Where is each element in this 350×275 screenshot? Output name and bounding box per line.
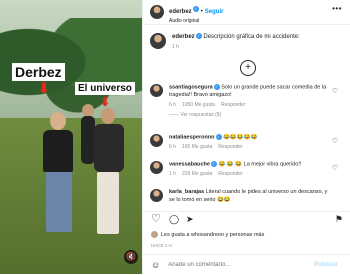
comment-like-icon[interactable]: ♡	[332, 87, 338, 95]
comment: nataliaesperonnn ✓ 😂😂😂😂😂 6 h 165 Me gusta R…	[150, 134, 344, 151]
caption-age: 1 h	[172, 44, 179, 51]
person-derbez	[40, 112, 78, 232]
comment-likes[interactable]: 165 Me gusta	[182, 144, 212, 150]
comment-username[interactable]: karla_barajas	[169, 189, 204, 195]
comment-username[interactable]: ssantiagosegura	[169, 84, 213, 90]
person-universe	[92, 108, 126, 234]
likes-text[interactable]: Les gusta a whosandreoo y personas más	[161, 232, 264, 238]
more-options-icon[interactable]: •••	[332, 4, 342, 13]
share-icon[interactable]: ➤	[186, 213, 194, 225]
comment-text: 😂😂😂😂😂	[223, 134, 258, 141]
comment-text: 😂 😂 😂 La mejor vibra querido!!	[218, 161, 302, 168]
comment-age: 6 h	[169, 101, 176, 108]
video-player[interactable]: Derbez ⬇ El universo ⬇ 🔇	[0, 0, 142, 274]
post-actions: ♡ ◯ ➤ ⚑	[143, 211, 350, 226]
video-label-universe: El universo	[75, 82, 135, 95]
audio-label[interactable]: Audio original	[169, 18, 223, 24]
comment-username[interactable]: vanessabauche	[169, 161, 210, 167]
add-comment-bar: ☺ Publicar	[143, 254, 350, 275]
caption-username[interactable]: ederbez	[172, 34, 195, 40]
verified-badge-icon: ✓	[195, 33, 202, 40]
comment-likes[interactable]: 229 Me gusta	[182, 171, 212, 177]
publish-button[interactable]: Publicar	[314, 262, 338, 268]
comment: ssantiagosegura ✓ Solo un grande puede sa…	[150, 84, 344, 119]
comment: vanessabauche ✓ 😂 😂 😂 La mejor vibra quer…	[150, 161, 344, 178]
avatar[interactable]	[150, 134, 163, 147]
reply-button[interactable]: Responder	[221, 102, 245, 108]
reply-button[interactable]: Responder	[218, 171, 242, 177]
verified-badge-icon: ✓	[213, 84, 220, 90]
view-replies-link[interactable]: —— Ver respuestas (8)	[169, 112, 329, 119]
post-header: ederbez✓• Seguir Audio original •••	[143, 0, 350, 25]
avatar[interactable]	[150, 5, 164, 19]
header-username[interactable]: ederbez	[169, 9, 192, 15]
likes-summary[interactable]: Les gusta a whosandreoo y personas más	[151, 231, 264, 238]
avatar[interactable]	[150, 161, 163, 174]
red-arrow-icon: ⬇	[100, 95, 111, 109]
post-sidebar: ederbez✓• Seguir Audio original ••• ederb…	[142, 0, 350, 274]
comment-username[interactable]: nataliaesperonnn	[169, 134, 215, 140]
comment-age: 1 h	[169, 171, 176, 178]
mute-icon[interactable]: 🔇	[124, 250, 138, 264]
verified-badge-icon: ✓	[192, 5, 199, 12]
post-date: HACE 1 H	[151, 243, 172, 248]
load-more-comments-icon[interactable]: +	[240, 60, 256, 76]
avatar[interactable]	[150, 84, 163, 97]
post-modal: Derbez ⬇ El universo ⬇ 🔇 ederbez✓• Seguir…	[0, 0, 350, 274]
like-icon[interactable]: ♡	[151, 213, 161, 225]
comment-like-icon[interactable]: ♡	[332, 164, 338, 172]
comment-icon[interactable]: ◯	[169, 213, 179, 225]
avatar	[151, 231, 158, 238]
emoji-icon[interactable]: ☺	[151, 260, 160, 270]
save-icon[interactable]: ⚑	[335, 213, 343, 225]
video-label-derbez: Derbez	[12, 63, 65, 81]
avatar[interactable]	[150, 189, 163, 202]
verified-badge-icon: ✓	[210, 161, 217, 167]
avatar[interactable]	[150, 33, 166, 49]
reply-button[interactable]: Responder	[218, 144, 242, 150]
comment-input[interactable]	[166, 261, 311, 269]
comment-likes[interactable]: 1050 Me gusta	[182, 102, 215, 108]
verified-badge-icon: ✓	[215, 134, 222, 140]
comment-like-icon[interactable]: ♡	[332, 137, 338, 145]
comment-age: 6 h	[169, 144, 176, 151]
red-arrow-icon: ⬇	[38, 80, 50, 96]
comment: karla_barajas Literal cuando le pides al…	[150, 189, 344, 204]
post-caption: ederbez ✓ Descripción gráfica de mi accid…	[143, 25, 350, 51]
follow-button[interactable]: Seguir	[205, 9, 224, 15]
caption-text: Descripción gráfica de mi accidente:	[203, 34, 300, 40]
separator-dot: •	[200, 9, 203, 15]
